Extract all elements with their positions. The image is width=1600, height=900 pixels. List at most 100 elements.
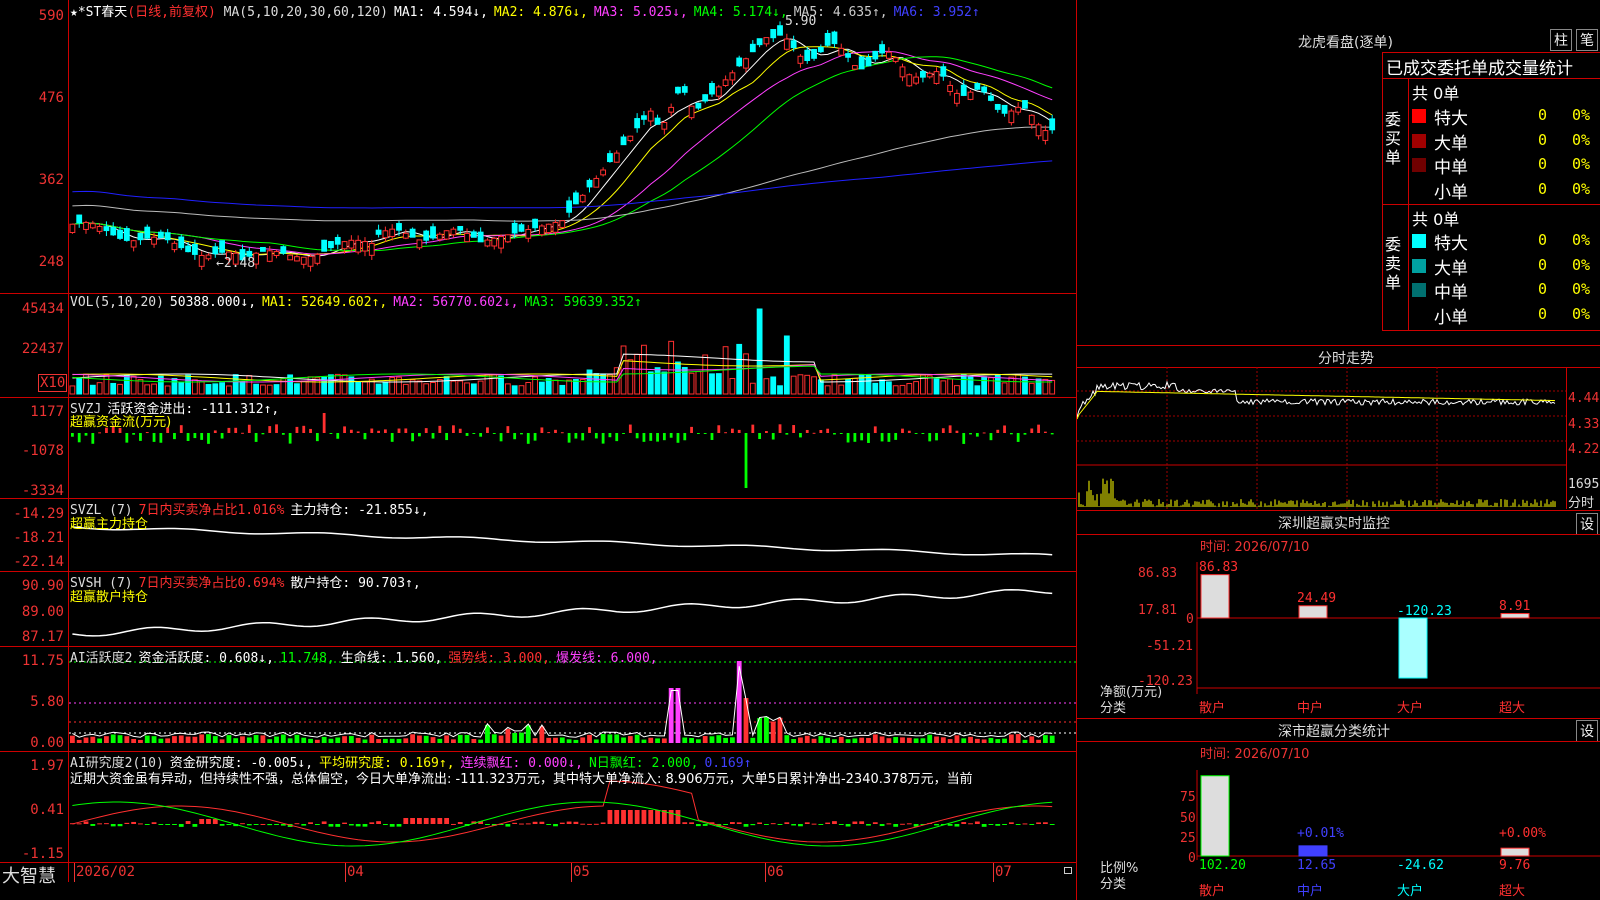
order-percent: 0% — [1572, 106, 1591, 124]
monitor-bar — [1298, 605, 1328, 619]
classify-value-label: 102.20 — [1199, 858, 1246, 873]
price-axis-label: 362 — [38, 172, 64, 188]
monitor-bar — [1200, 574, 1230, 619]
monitor-category-label: 超大 — [1499, 701, 1526, 716]
legend-item: MA1: 4.594↓, — [394, 5, 488, 20]
monitor-settings-button[interactable]: 设 — [1576, 513, 1598, 535]
order-count: 0 — [1538, 179, 1548, 198]
classify-axis-label: 50 — [1180, 811, 1196, 826]
legend-item: 主力持仓: -21.855↓, — [290, 503, 429, 518]
ai-active-axis-label: 5.80 — [30, 694, 64, 710]
monitor-bar — [1500, 613, 1530, 619]
classify-bar — [1200, 775, 1230, 857]
order-color-swatch — [1412, 109, 1426, 123]
svzj-axis-label: -3334 — [21, 483, 64, 499]
ai-research-axis-label: -1.15 — [21, 846, 64, 862]
order-count: 0 — [1538, 304, 1548, 323]
legend-item: MA3: 5.025↓, — [593, 5, 688, 20]
svzl-axis-label: -22.14 — [13, 554, 64, 570]
price-axis-label: 590 — [38, 8, 64, 24]
classify-axis-label: 0 — [1188, 851, 1196, 866]
classify-bar-label: +0.01% — [1297, 826, 1344, 841]
legend-item: MA(5,10,20,30,60,120) — [223, 5, 388, 20]
legend-item: 7日内买卖净占比0.694% — [138, 576, 285, 591]
order-size-label: 特大 — [1434, 109, 1468, 129]
ai-research-comment: 近期大资金虽有异动，但持续性不强，总体偏空，今日大单净流出: -111.323万… — [70, 772, 973, 787]
order-count: 0 — [1538, 231, 1548, 249]
order-count: 0 — [1538, 155, 1548, 173]
intraday-title: 分时走势 — [1318, 351, 1374, 367]
ai-research-axis-label: 0.41 — [30, 802, 64, 818]
tick-mode-button[interactable]: 笔 — [1576, 29, 1598, 51]
intraday-chart[interactable] — [1077, 367, 1567, 509]
low-price-marker: ←2.48 — [216, 256, 256, 271]
stock-name: ★*ST春天 — [70, 5, 128, 20]
vol-axis-label: 45434 — [21, 301, 64, 317]
kline-chart[interactable] — [69, 0, 1076, 293]
svsh-axis-label: 89.00 — [21, 604, 64, 620]
svzj-axis-label: 1177 — [30, 404, 64, 420]
date-label: 07 — [995, 864, 1012, 880]
classify-category-label: 散户 — [1199, 884, 1226, 899]
vol-unit-label: X10 — [38, 374, 68, 392]
lhb-tabs[interactable]: 已成交委托单成交量统计 — [1386, 54, 1600, 79]
order-size-label: 特大 — [1434, 234, 1468, 254]
ai-active-axis-label: 11.75 — [21, 653, 64, 669]
classify-bar — [1298, 845, 1328, 857]
date-label: 2026/02 — [76, 864, 136, 880]
svzl-axis-label: -14.29 — [13, 506, 64, 522]
classify-bar-label: +0.00% — [1499, 826, 1546, 841]
bar-mode-button[interactable]: 柱 — [1550, 29, 1572, 51]
order-color-swatch — [1412, 307, 1426, 322]
vol-axis-label: 22437 — [21, 341, 64, 357]
stock-period: (日线,前复权) — [127, 5, 216, 20]
brand-logo: 大智慧 — [2, 866, 56, 887]
classify-category-label: 超大 — [1499, 884, 1526, 899]
price-axis-label: 248 — [38, 254, 64, 270]
order-size-label: 小单 — [1434, 307, 1468, 328]
ai-research-axis-label: 1.97 — [30, 758, 64, 774]
monitor-value-label: 86.83 — [1199, 559, 1239, 575]
price-axis-label: 476 — [38, 90, 64, 106]
order-color-swatch — [1412, 283, 1426, 297]
sell-total: 共 0单 — [1412, 210, 1460, 229]
price-chart-panel[interactable] — [69, 0, 1076, 293]
order-percent: 0% — [1572, 130, 1591, 149]
order-size-label: 大单 — [1434, 133, 1468, 154]
legend-item: 生命线: 1.560, — [340, 651, 443, 666]
legend-item: MA6: 3.952↑ — [893, 5, 980, 20]
intraday-price-label: 4.220 — [1568, 442, 1600, 457]
classify-category-label: 大户 — [1397, 884, 1424, 899]
date-label: 04 — [347, 864, 364, 880]
order-size-label: 中单 — [1434, 158, 1468, 178]
high-price-marker: 5.90 — [785, 14, 817, 29]
monitor-axis-label: 86.83 — [1138, 566, 1178, 581]
order-percent: 0% — [1572, 304, 1591, 323]
monitor-axis-label: 17.81 — [1138, 603, 1178, 618]
legend-item: 强势线: 3.000, — [448, 651, 550, 666]
date-label: 05 — [573, 864, 590, 880]
legend-item: 散户持仓: 90.703↑, — [290, 576, 421, 591]
classify-settings-button[interactable]: 设 — [1576, 720, 1598, 742]
order-color-swatch — [1412, 158, 1426, 172]
buy-total: 共 0单 — [1412, 84, 1460, 103]
sell-side-label: 委卖单 — [1385, 235, 1402, 292]
svsh-axis-label: 90.90 — [21, 578, 64, 594]
order-count: 0 — [1538, 255, 1548, 274]
svzj-subtitle: 超赢资金流(万元) — [70, 415, 172, 430]
svsh-axis-label: 87.17 — [21, 629, 64, 645]
order-color-swatch — [1412, 234, 1426, 248]
legend-item: MA1: 52649.602↑, — [262, 295, 388, 310]
classify-category-label: 中户 — [1297, 884, 1324, 899]
classify-axis-label: 75 — [1180, 790, 1196, 805]
monitor-value-label: 8.91 — [1499, 598, 1531, 614]
order-count: 0 — [1538, 280, 1548, 298]
svzl-subtitle: 超赢主力持仓 — [70, 517, 149, 532]
monitor-axis-label: 0 — [1186, 612, 1194, 627]
legend-item: MA2: 56770.602↓, — [393, 295, 519, 310]
legend-item: AI活跃度2 — [70, 651, 133, 666]
legend-item: 爆发线: 6.000, — [555, 651, 658, 666]
legend-item: 7日内买卖净占比1.016% — [138, 503, 285, 518]
intraday-price-label: 4.330 — [1568, 417, 1600, 432]
monitor-x-title: 分类 — [1100, 701, 1127, 716]
